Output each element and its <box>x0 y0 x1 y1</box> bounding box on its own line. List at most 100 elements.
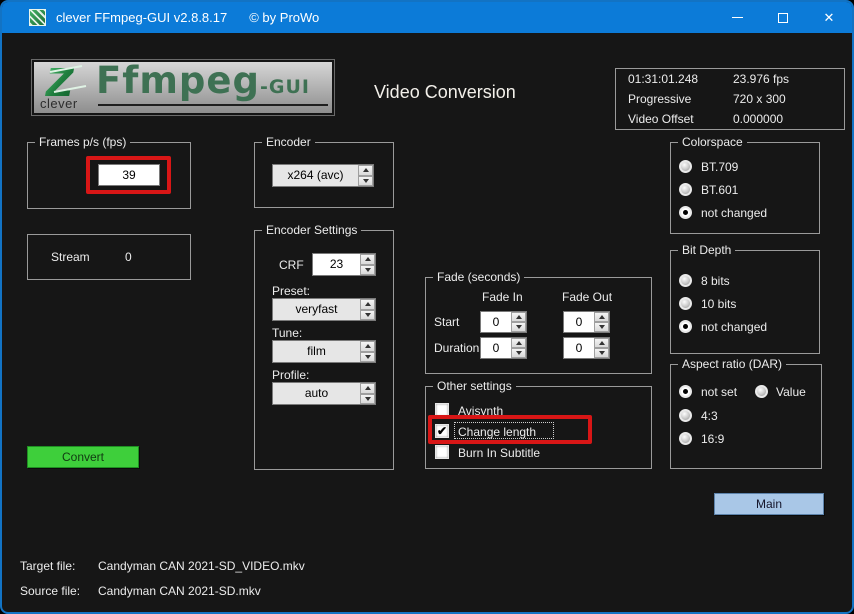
arrow-down-icon <box>515 351 522 355</box>
fade-out-duration-spinner[interactable]: 0 <box>563 337 610 359</box>
bit-depth-not-changed-radio[interactable] <box>679 320 692 333</box>
profile-spinner-buttons <box>360 383 375 404</box>
spin-down-button[interactable] <box>360 309 375 320</box>
burn-in-subtitle-checkbox[interactable] <box>435 445 449 459</box>
arrow-up-icon <box>364 257 371 262</box>
spin-down-button[interactable] <box>594 348 609 358</box>
spin-down-button[interactable] <box>594 322 609 332</box>
media-offset-label: Video Offset <box>628 112 694 126</box>
spin-up-button[interactable] <box>594 312 609 322</box>
media-timecode: 01:31:01.248 <box>628 72 699 86</box>
spin-down-button[interactable] <box>358 175 373 186</box>
encoder-value: x264 (avc) <box>287 168 344 182</box>
fade-out-header: Fade Out <box>562 290 613 304</box>
fade-out-duration-value: 0 <box>575 341 583 355</box>
media-info-row: Progressive 720 x 300 <box>616 90 844 109</box>
arrow-up-icon <box>362 168 369 173</box>
colorspace-not-changed-radio[interactable] <box>679 206 692 219</box>
spin-down-button[interactable] <box>511 322 526 332</box>
spinner-buttons <box>511 338 526 358</box>
encoder-group-label: Encoder <box>262 135 315 149</box>
arrow-down-icon <box>364 267 371 272</box>
profile-select[interactable]: auto <box>272 382 376 405</box>
arrow-up-icon <box>598 315 605 319</box>
profile-label: Profile: <box>272 368 310 382</box>
caption-buttons: ✕ <box>714 2 852 33</box>
change-length-label: Change length <box>458 425 537 439</box>
preset-select[interactable]: veryfast <box>272 298 376 321</box>
bit-depth-8-radio[interactable] <box>679 274 692 287</box>
fade-in-start-spinner[interactable]: 0 <box>480 311 527 333</box>
logo-text: Ffmpeg-GUI <box>96 58 310 107</box>
logo-caption: clever <box>40 96 78 111</box>
spin-up-button[interactable] <box>360 383 375 394</box>
crf-label: CRF <box>279 258 304 272</box>
fade-duration-label: Duration <box>434 341 480 355</box>
fade-in-duration-spinner[interactable]: 0 <box>480 337 527 359</box>
aspect-ratio-group-label: Aspect ratio (DAR) <box>678 357 787 371</box>
arrow-down-icon <box>598 351 605 355</box>
crf-spinner-buttons <box>360 254 375 275</box>
maximize-button[interactable] <box>760 2 806 33</box>
aspect-16-9-radio[interactable] <box>679 432 692 445</box>
spin-up-button[interactable] <box>511 312 526 322</box>
arrow-down-icon <box>598 325 605 329</box>
preset-label: Preset: <box>272 284 311 298</box>
change-length-checkbox[interactable] <box>435 424 449 438</box>
crf-spinner[interactable]: 23 <box>312 253 376 276</box>
window-title: clever FFmpeg-GUI v2.8.8.17 <box>56 10 228 25</box>
spin-down-button[interactable] <box>360 264 375 275</box>
main-button[interactable]: Main <box>714 493 824 515</box>
spin-up-button[interactable] <box>358 165 373 176</box>
spin-down-button[interactable] <box>511 348 526 358</box>
bit-depth-group-label: Bit Depth <box>678 243 736 257</box>
spin-up-button[interactable] <box>360 341 375 352</box>
bit-depth-10-radio[interactable] <box>679 297 692 310</box>
media-info-row: Video Offset 0.000000 <box>616 110 844 129</box>
tune-label: Tune: <box>272 326 303 340</box>
spin-up-button[interactable] <box>594 338 609 348</box>
spin-up-button[interactable] <box>360 254 375 265</box>
spin-up-button[interactable] <box>511 338 526 348</box>
spinner-buttons <box>594 338 609 358</box>
app-icon <box>29 9 46 26</box>
logo-main: Ffmpeg <box>96 58 260 102</box>
logo-badge: Z clever <box>34 61 96 113</box>
bit-depth-10-label: 10 bits <box>701 297 737 311</box>
media-framerate: 23.976 fps <box>733 72 790 86</box>
arrow-up-icon <box>598 341 605 345</box>
aspect-value-radio[interactable] <box>755 385 768 398</box>
profile-value: auto <box>304 386 329 400</box>
fade-out-start-spinner[interactable]: 0 <box>563 311 610 333</box>
colorspace-not-changed-label: not changed <box>701 206 768 220</box>
media-info-box: 01:31:01.248 23.976 fps Progressive 720 … <box>615 68 845 130</box>
colorspace-bt709-radio[interactable] <box>679 160 692 173</box>
minimize-button[interactable] <box>714 2 760 33</box>
title-bar: clever FFmpeg-GUI v2.8.8.17 © by ProWo ✕ <box>2 2 852 33</box>
fps-input[interactable]: 39 <box>98 164 160 186</box>
target-file-label: Target file: <box>20 559 76 573</box>
convert-button[interactable]: Convert <box>27 446 139 468</box>
arrow-down-icon <box>364 354 371 359</box>
arrow-down-icon <box>364 312 371 317</box>
tune-select[interactable]: film <box>272 340 376 363</box>
app-window: clever FFmpeg-GUI v2.8.8.17 © by ProWo ✕… <box>0 0 854 614</box>
aspect-not-set-radio[interactable] <box>679 385 692 398</box>
aspect-not-set-label: not set <box>701 385 738 399</box>
encoder-select[interactable]: x264 (avc) <box>272 164 374 187</box>
close-button[interactable]: ✕ <box>806 2 852 33</box>
media-scan-type: Progressive <box>628 92 692 106</box>
logo-underline <box>98 104 328 106</box>
colorspace-bt601-radio[interactable] <box>679 183 692 196</box>
spin-down-button[interactable] <box>360 351 375 362</box>
media-resolution: 720 x 300 <box>733 92 786 106</box>
fade-group-label: Fade (seconds) <box>433 270 525 284</box>
arrow-down-icon <box>515 325 522 329</box>
avisynth-checkbox[interactable] <box>435 403 449 417</box>
fade-in-duration-value: 0 <box>492 341 500 355</box>
minimize-icon <box>731 17 743 18</box>
aspect-16-9-label: 16:9 <box>701 432 725 446</box>
spin-down-button[interactable] <box>360 393 375 404</box>
aspect-4-3-radio[interactable] <box>679 409 692 422</box>
spin-up-button[interactable] <box>360 299 375 310</box>
